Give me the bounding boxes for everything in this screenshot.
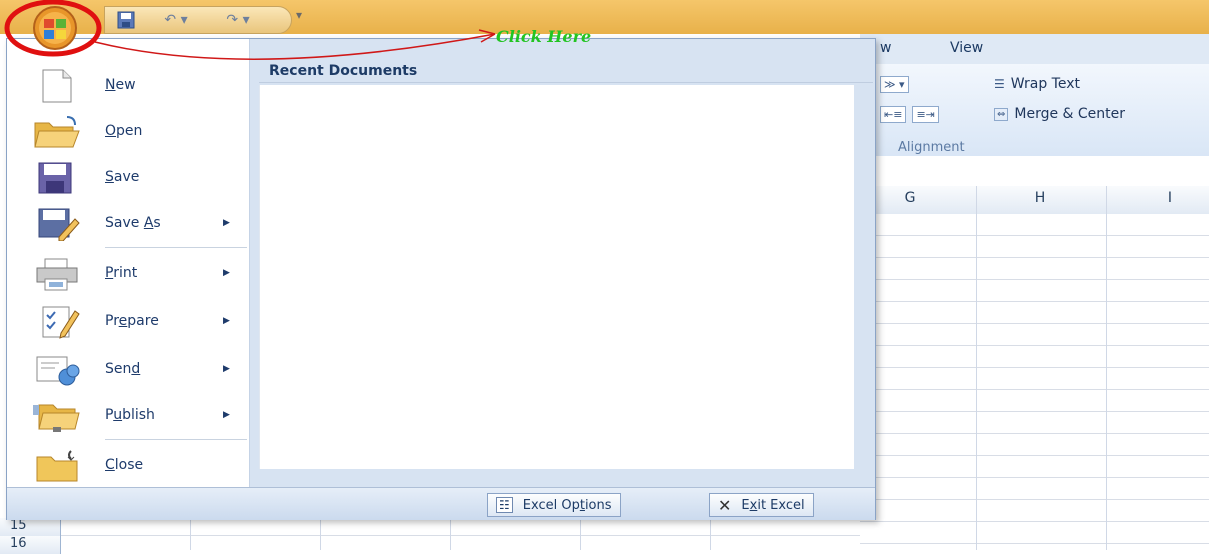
menu-item-label: New [105, 77, 136, 93]
click-here-label: Click Here [496, 27, 592, 46]
menu-item-new[interactable]: New [7, 63, 249, 107]
exit-excel-button[interactable]: ✕ Exit Excel [709, 493, 814, 517]
grid-divider [1106, 186, 1107, 550]
menu-item-label: Prepare [105, 313, 159, 329]
grid-divider [320, 518, 321, 550]
office-menu-footer: ☷ Excel Options ✕ Exit Excel [7, 487, 875, 520]
menu-item-save-as[interactable]: Save As ▶ [7, 201, 249, 245]
open-folder-icon [34, 116, 80, 148]
worksheet-grid[interactable] [860, 214, 1209, 550]
submenu-arrow-icon: ▶ [223, 316, 230, 326]
worksheet-grid-bottom[interactable] [60, 518, 860, 550]
formula-bar[interactable] [860, 156, 1209, 187]
wrap-text-label: Wrap Text [1010, 76, 1080, 92]
save-icon[interactable] [113, 10, 139, 30]
prepare-icon [42, 306, 80, 339]
recent-documents-divider [259, 82, 873, 83]
menu-separator [105, 247, 247, 248]
excel-options-button[interactable]: ☷ Excel Options [487, 493, 621, 517]
wrap-text-icon: ☰ [994, 77, 1005, 91]
quick-access-toolbar: ↶ ▾ ↷ ▾ ▾ [0, 0, 1209, 34]
options-icon: ☷ [496, 497, 513, 513]
menu-item-prepare[interactable]: Prepare ▶ [7, 299, 249, 343]
excel-options-label: Excel Options [522, 497, 612, 513]
send-icon [36, 356, 80, 386]
menu-separator [105, 439, 247, 440]
menu-item-label: Save As [105, 215, 161, 231]
menu-item-label: Save [105, 169, 140, 185]
row-header-16[interactable]: 16 [0, 536, 61, 554]
column-headers: G H I [860, 186, 1209, 215]
grid-divider [580, 518, 581, 550]
menu-item-label: Close [105, 457, 144, 473]
recent-documents-list[interactable] [259, 85, 854, 469]
recent-documents-title: Recent Documents [269, 63, 418, 79]
grid-divider [450, 518, 451, 550]
column-header-g[interactable]: G [890, 190, 930, 206]
wrap-text-button[interactable]: ☰ Wrap Text [994, 76, 1080, 92]
grid-divider [710, 518, 711, 550]
submenu-arrow-icon: ▶ [223, 218, 230, 228]
publish-icon [33, 404, 80, 432]
tab-view[interactable]: View [950, 40, 983, 56]
save-disk-icon [38, 162, 72, 194]
menu-item-label: Publish [105, 407, 155, 423]
save-as-icon [38, 208, 80, 241]
merge-center-icon: ⇔ [994, 107, 1009, 121]
menu-item-close[interactable]: Close [7, 443, 249, 487]
column-header-h[interactable]: H [1020, 190, 1060, 206]
submenu-arrow-icon: ▶ [223, 364, 230, 374]
ribbon-body: ≫ ▾ ⇤≡ ≡⇥ ☰ Wrap Text ⇔ Merge & Center Al… [860, 64, 1209, 157]
column-header-i[interactable]: I [1150, 190, 1190, 206]
menu-item-publish[interactable]: Publish ▶ [7, 393, 249, 437]
grid-divider [190, 518, 191, 550]
menu-item-label: Open [105, 123, 143, 139]
exit-excel-label: Exit Excel [741, 497, 805, 513]
menu-item-label: Print [105, 265, 138, 281]
indent-buttons[interactable]: ⇤≡ ≡⇥ [880, 106, 939, 123]
merge-center-button[interactable]: ⇔ Merge & Center [994, 106, 1125, 122]
row-header-15[interactable]: 15 [0, 518, 61, 536]
new-document-icon [42, 69, 72, 103]
menu-item-send[interactable]: Send ▶ [7, 347, 249, 391]
customize-toolbar-icon[interactable]: ▾ [296, 8, 302, 22]
submenu-arrow-icon: ▶ [223, 410, 230, 420]
tab-review[interactable]: w [880, 40, 891, 56]
menu-item-print[interactable]: Print ▶ [7, 251, 249, 295]
menu-item-open[interactable]: Open [7, 109, 249, 153]
quick-access-group: ↶ ▾ ↷ ▾ [104, 6, 292, 34]
menu-item-save[interactable]: Save [7, 155, 249, 199]
orientation-button[interactable]: ≫ ▾ [880, 76, 909, 93]
alignment-group-label: Alignment [898, 140, 965, 155]
menu-item-label: Send [105, 361, 141, 377]
close-folder-icon [36, 450, 78, 482]
ribbon-tabs: w View [860, 34, 1209, 65]
undo-icon[interactable]: ↶ ▾ [151, 10, 201, 30]
office-menu: New Open Save Save As ▶ Print ▶ Prepare … [6, 38, 876, 520]
merge-center-label: Merge & Center [1014, 106, 1126, 122]
redo-icon[interactable]: ↷ ▾ [213, 10, 263, 30]
close-icon: ✕ [718, 495, 732, 515]
office-button[interactable] [10, 4, 100, 52]
submenu-arrow-icon: ▶ [223, 268, 230, 278]
office-menu-commands: New Open Save Save As ▶ Print ▶ Prepare … [7, 39, 250, 487]
grid-divider [976, 186, 977, 550]
printer-icon [36, 258, 78, 291]
